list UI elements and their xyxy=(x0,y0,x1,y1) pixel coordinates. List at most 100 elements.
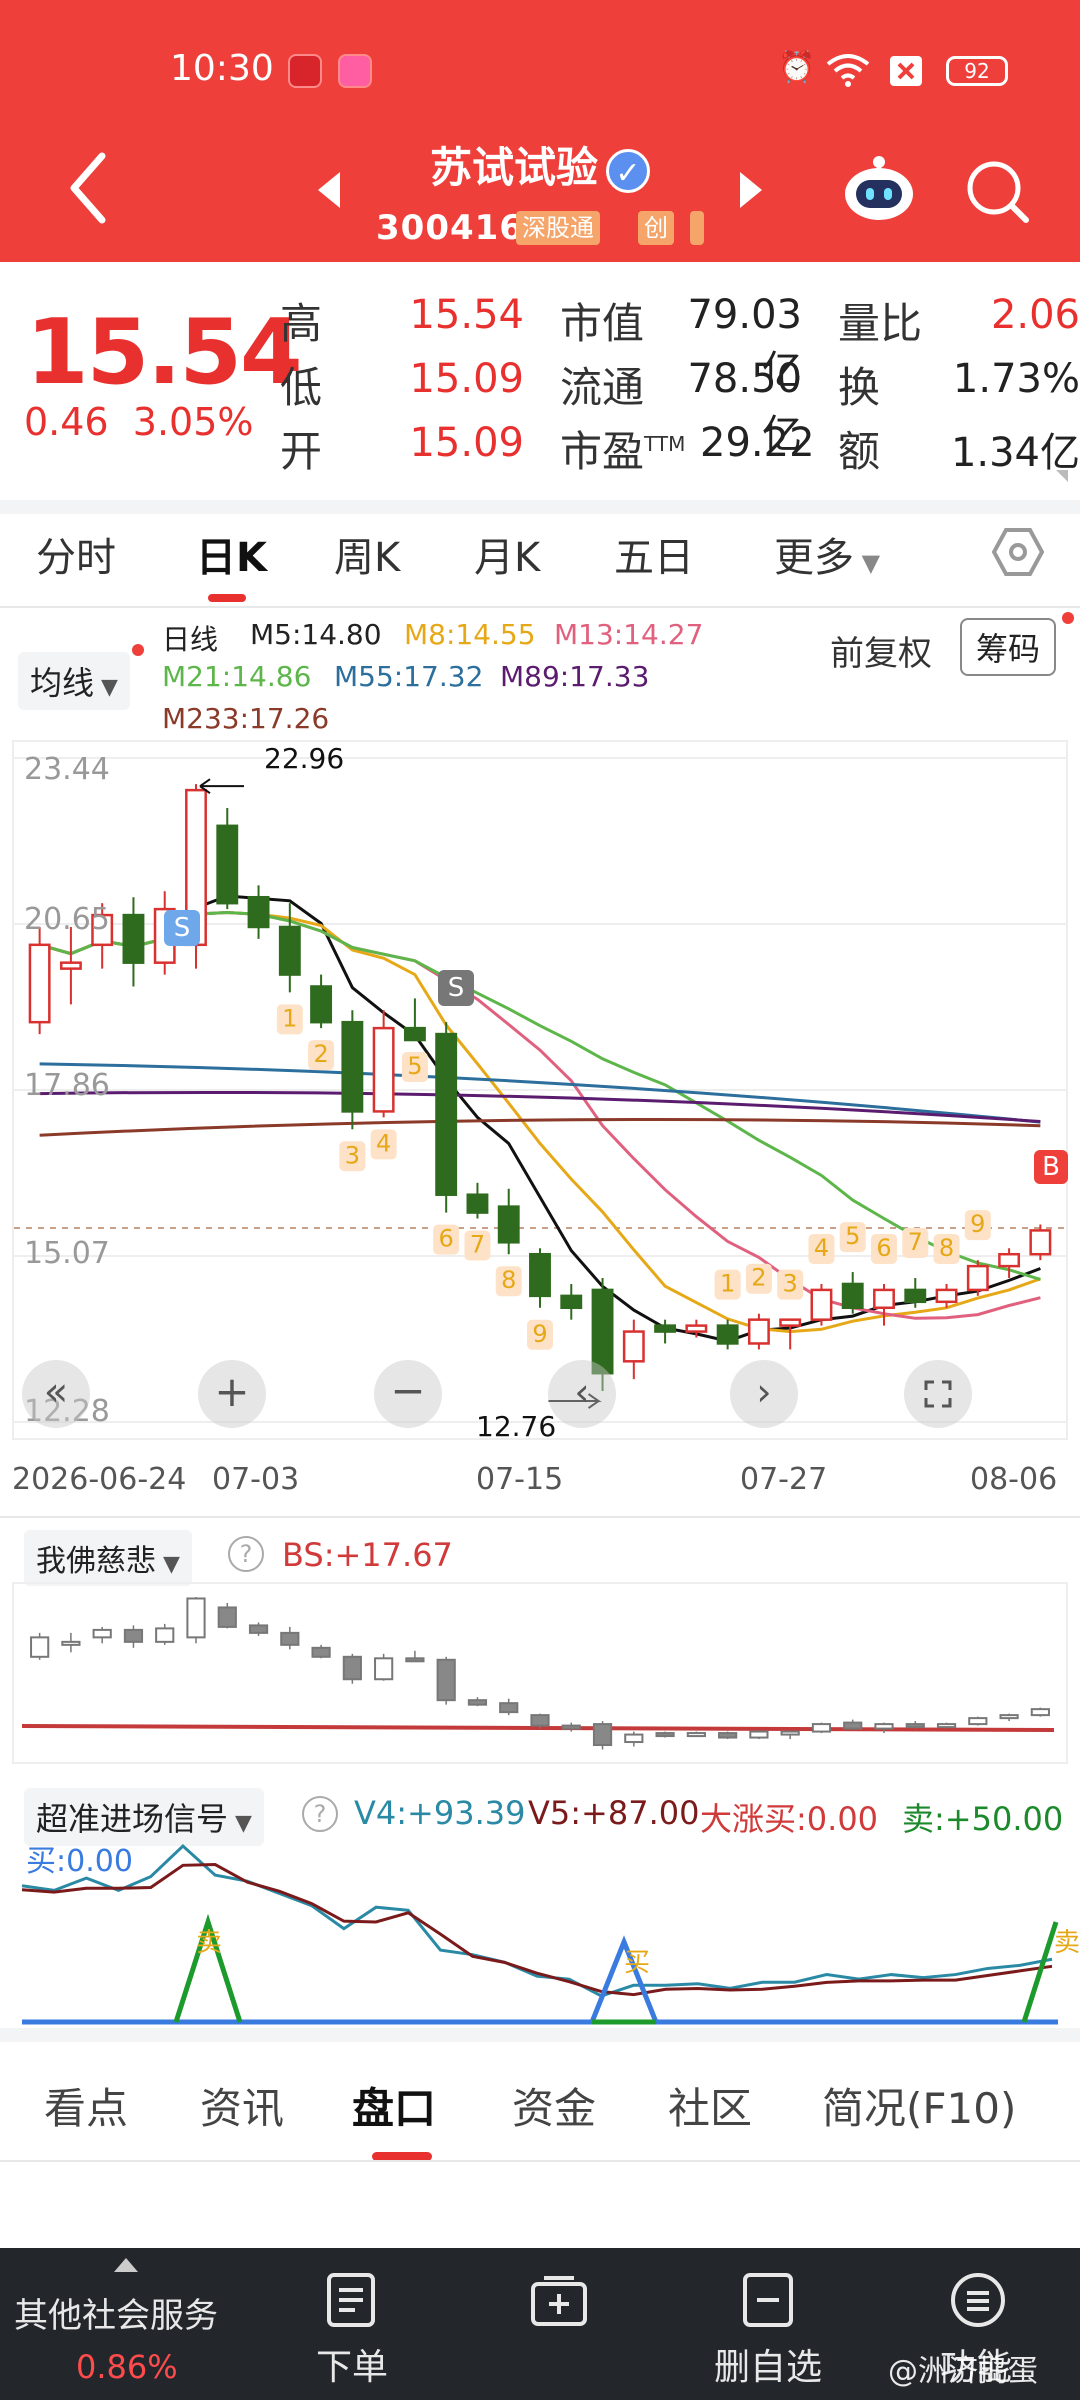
current-price: 15.54 xyxy=(26,300,303,405)
candle-body xyxy=(622,1330,645,1363)
stock-name: 苏试试验 xyxy=(429,143,598,192)
fullscreen-icon[interactable] xyxy=(904,1360,972,1428)
app-notification-icon xyxy=(338,54,372,88)
ind1-bar xyxy=(749,1730,769,1739)
function-icon[interactable] xyxy=(950,2272,1006,2332)
open-label: 开 xyxy=(280,427,323,476)
candle-body xyxy=(810,1288,833,1321)
count-label-up: 2 xyxy=(751,1264,766,1292)
order-label[interactable]: 下单 xyxy=(316,2338,388,2390)
tab-community[interactable]: 社区 xyxy=(668,2075,752,2136)
scroll-right-icon[interactable]: › xyxy=(730,1360,798,1428)
ma-selector[interactable]: 均线 ▼ xyxy=(18,652,130,710)
ma-selector-label: 均线 xyxy=(30,664,95,702)
tab-profile-f10[interactable]: 简况(F10) xyxy=(822,2075,1016,2136)
k-chart-area[interactable]: 112233445566778899 xyxy=(12,740,1068,1440)
ma21-legend: M21:14.86 xyxy=(162,660,312,693)
sector-label[interactable]: 其他社会服务 xyxy=(14,2288,218,2337)
indicator2-chart[interactable] xyxy=(12,1836,1068,2026)
zoom-in-icon[interactable]: + xyxy=(198,1360,266,1428)
high-label: 高 xyxy=(280,299,323,348)
tab-daily-k[interactable]: 日K xyxy=(196,525,267,583)
settings-hexagon-icon[interactable] xyxy=(991,526,1045,582)
ind1-bar xyxy=(436,1658,456,1702)
high-arrow xyxy=(199,778,244,794)
count-label-up: 5 xyxy=(845,1222,860,1250)
tab-highlights[interactable]: 看点 xyxy=(44,2075,128,2136)
ind1-bar xyxy=(311,1646,331,1658)
tab-monthly-k[interactable]: 月K xyxy=(474,525,540,583)
candle-body xyxy=(716,1324,739,1345)
y-tick-2: 20.65 xyxy=(24,902,110,937)
tab-order-book[interactable]: 盘口 xyxy=(352,2075,436,2136)
mcap-label: 市值 xyxy=(560,299,645,348)
chevron-down-icon: ▼ xyxy=(854,549,881,577)
remove-watch-label[interactable]: 删自选 xyxy=(714,2338,822,2390)
turnover-label: 换 xyxy=(838,363,881,412)
candle-body xyxy=(372,1026,395,1113)
ind1-bar xyxy=(530,1714,550,1727)
candle-body xyxy=(747,1318,770,1345)
remove-watch-icon[interactable] xyxy=(742,2272,794,2332)
help-icon-2[interactable]: ? xyxy=(302,1796,338,1832)
indicator1-name: 我佛慈悲 xyxy=(36,1544,156,1579)
count-label-up: 9 xyxy=(970,1210,985,1238)
zoom-out-icon[interactable]: − xyxy=(374,1360,442,1428)
count-label-down: 9 xyxy=(532,1320,547,1348)
signal-buy-b: B xyxy=(1034,1150,1068,1184)
indicator-divider xyxy=(0,1516,1080,1518)
chip-button[interactable]: 筹码 xyxy=(960,618,1057,676)
indicator2-sell: 卖:+50.00 xyxy=(902,1800,1064,1838)
tab-intraday[interactable]: 分时 xyxy=(36,525,116,583)
candle-body xyxy=(341,1020,364,1113)
tab-five-day[interactable]: 五日 xyxy=(614,525,694,583)
ind1-bar xyxy=(843,1721,863,1730)
next-stock-button[interactable] xyxy=(740,172,762,208)
active-tab-indicator xyxy=(208,594,246,602)
adjust-label[interactable]: 前复权 xyxy=(830,626,932,675)
add-watch-icon[interactable] xyxy=(530,2274,588,2330)
scroll-left-icon[interactable]: ‹ xyxy=(548,1360,616,1428)
ind1-bar xyxy=(624,1733,644,1744)
ind1-bar xyxy=(30,1636,50,1658)
extra-tag-icon xyxy=(690,211,704,245)
candle-body xyxy=(497,1205,520,1244)
expand-up-icon[interactable] xyxy=(114,2258,138,2272)
ind1-bar xyxy=(936,1723,957,1729)
tab-funds[interactable]: 资金 xyxy=(512,2075,596,2136)
candle-body xyxy=(247,895,270,929)
x-tick-2: 07-03 xyxy=(212,1462,300,1497)
pe-label-text: 市盈 xyxy=(560,427,645,476)
tab-news[interactable]: 资讯 xyxy=(200,2075,284,2136)
period-label: 日线 xyxy=(162,623,219,656)
connect-tag: 深股通 xyxy=(516,211,600,245)
ma55-legend: M55:17.32 xyxy=(334,660,484,693)
candle-body xyxy=(966,1264,989,1292)
candle-body xyxy=(998,1252,1021,1268)
tab-weekly-k[interactable]: 周K xyxy=(334,525,400,583)
indicator1-chart[interactable] xyxy=(12,1582,1068,1764)
battery-indicator: 92 xyxy=(946,56,1008,86)
indicator1-selector[interactable]: 我佛慈悲 ▼ xyxy=(24,1530,192,1586)
float-label: 流通 xyxy=(560,363,645,412)
pe-ttm-sup: TTM xyxy=(644,432,686,456)
collapse-left-icon[interactable]: « xyxy=(22,1360,90,1428)
ind1-bar xyxy=(499,1702,519,1714)
assistant-robot-icon[interactable] xyxy=(842,152,916,230)
buy-marker-1: 买 xyxy=(624,1948,651,1978)
expand-corner-icon[interactable] xyxy=(1056,470,1068,482)
order-icon[interactable] xyxy=(326,2272,376,2332)
candle-body xyxy=(216,824,239,905)
search-icon[interactable] xyxy=(962,156,1032,230)
count-label-up: 7 xyxy=(908,1228,923,1256)
ind1-bar xyxy=(374,1657,394,1681)
count-label-up: 3 xyxy=(783,1270,798,1298)
help-icon[interactable]: ? xyxy=(228,1536,264,1572)
turnover-value: 1.73% xyxy=(952,356,1080,402)
volratio-value: 2.06 xyxy=(990,292,1080,338)
stock-title: 苏试试验 ✓ xyxy=(0,134,1080,195)
ind1-bar xyxy=(405,1657,425,1663)
tab-more[interactable]: 更多 ▼ xyxy=(774,525,880,583)
bottom-tab-divider xyxy=(0,2160,1080,2162)
candle-body xyxy=(904,1288,927,1304)
